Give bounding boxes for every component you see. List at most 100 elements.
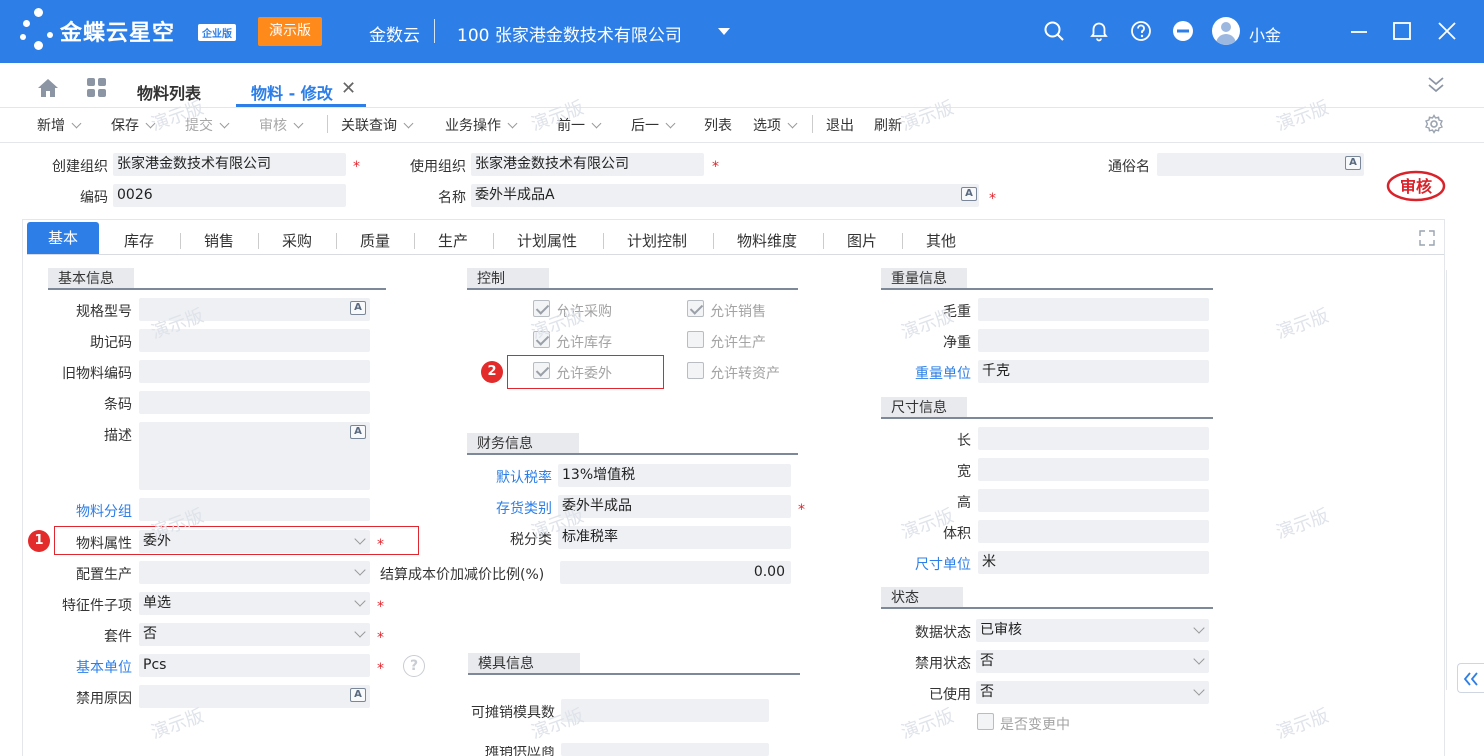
tab-sales[interactable]: 销售	[204, 230, 234, 251]
spec-field[interactable]	[139, 298, 370, 321]
old-code-field[interactable]	[139, 360, 370, 383]
group-label[interactable]: 物料分组	[40, 501, 132, 521]
disable-reason-field[interactable]	[139, 685, 370, 708]
section-title: 基本信息	[48, 268, 134, 290]
business-ops-button[interactable]: 业务操作	[445, 115, 518, 135]
tab-quality[interactable]: 质量	[360, 230, 390, 251]
tab-material-list[interactable]: 物料列表	[137, 80, 201, 104]
multilang-icon[interactable]: A	[350, 688, 366, 702]
multilang-icon[interactable]: A	[350, 301, 366, 315]
refresh-button[interactable]: 刷新	[874, 115, 902, 135]
size-unit-label[interactable]: 尺寸单位	[885, 554, 971, 574]
user-name[interactable]: 小金	[1249, 22, 1281, 46]
tab-basic[interactable]: 基本	[27, 222, 99, 255]
allow-sale-checkbox[interactable]	[687, 300, 704, 317]
maximize-icon[interactable]	[1391, 20, 1413, 42]
unit-field[interactable]: Pcs	[139, 654, 370, 677]
use-org-field[interactable]: 张家港金数技术有限公司	[471, 153, 704, 176]
home-icon[interactable]	[37, 78, 59, 98]
mnemonic-field[interactable]	[139, 329, 370, 352]
cloud-name[interactable]: 金数云	[369, 21, 420, 46]
changing-checkbox[interactable]	[977, 713, 994, 730]
help-icon[interactable]: ?	[403, 655, 425, 677]
group-field[interactable]	[139, 498, 370, 521]
tab-material-dimension[interactable]: 物料维度	[737, 230, 797, 251]
bell-icon[interactable]	[1088, 20, 1110, 42]
tab-material-edit[interactable]: 物料 - 修改	[251, 80, 333, 104]
new-button[interactable]: 新增	[37, 115, 82, 135]
height-field[interactable]	[978, 489, 1209, 512]
tab-plan-attr[interactable]: 计划属性	[517, 230, 577, 251]
tax-rate-label[interactable]: 默认税率	[470, 467, 552, 487]
tab-close-icon[interactable]: ✕	[341, 78, 356, 99]
more-icon[interactable]	[1172, 20, 1194, 42]
tab-inventory[interactable]: 库存	[124, 230, 154, 251]
vertical-scrollbar[interactable]	[1446, 270, 1447, 690]
kit-select[interactable]: 否	[139, 623, 370, 646]
tab-purchase[interactable]: 采购	[282, 230, 312, 251]
common-name-field[interactable]	[1157, 153, 1364, 176]
allow-stock-checkbox[interactable]	[533, 331, 550, 348]
tax-class-field[interactable]: 标准税率	[558, 526, 791, 549]
config-select[interactable]	[139, 561, 370, 584]
used-select[interactable]: 否	[976, 681, 1209, 704]
demo-button[interactable]: 演示版	[258, 17, 322, 46]
tab-plan-control[interactable]: 计划控制	[627, 230, 687, 251]
amort-field[interactable]	[561, 699, 769, 722]
feature-select[interactable]: 单选	[139, 592, 370, 615]
data-status-select[interactable]: 已审核	[976, 619, 1209, 642]
next-button[interactable]: 后一	[631, 115, 676, 135]
partial-field[interactable]	[561, 743, 769, 756]
options-button[interactable]: 选项	[753, 115, 798, 135]
length-field[interactable]	[978, 427, 1209, 450]
settle-field[interactable]: 0.00	[560, 561, 791, 584]
list-button[interactable]: 列表	[704, 115, 732, 135]
multilang-icon[interactable]: A	[961, 187, 977, 201]
gear-icon[interactable]	[1424, 114, 1444, 134]
related-query-button[interactable]: 关联查询	[341, 115, 414, 135]
side-panel-toggle[interactable]	[1457, 663, 1484, 693]
stock-cat-label[interactable]: 存货类别	[470, 498, 552, 518]
width-field[interactable]	[978, 458, 1209, 481]
volume-field[interactable]	[978, 520, 1209, 543]
double-chevron-down-icon[interactable]	[1426, 75, 1446, 95]
fullscreen-icon[interactable]	[1418, 229, 1436, 247]
tab-picture[interactable]: 图片	[847, 230, 877, 251]
company-selector[interactable]: 100 张家港金数技术有限公司	[457, 21, 682, 46]
minimize-icon[interactable]	[1348, 20, 1370, 42]
tab-production[interactable]: 生产	[438, 230, 468, 251]
apps-grid-icon[interactable]	[87, 78, 107, 98]
gross-field[interactable]	[978, 298, 1209, 321]
tax-rate-field[interactable]: 13%增值税	[558, 464, 791, 487]
prev-button[interactable]: 前一	[557, 115, 602, 135]
net-field[interactable]	[978, 329, 1209, 352]
multilang-icon[interactable]: A	[350, 425, 366, 439]
tab-other[interactable]: 其他	[926, 230, 956, 251]
tab-divider	[902, 233, 903, 249]
desc-field[interactable]	[139, 422, 370, 490]
save-button[interactable]: 保存	[111, 115, 156, 135]
allow-produce-checkbox[interactable]	[687, 331, 704, 348]
required-mark: *	[989, 191, 996, 207]
weight-unit-label[interactable]: 重量单位	[885, 363, 971, 383]
create-org-field[interactable]: 张家港金数技术有限公司	[113, 153, 346, 176]
stock-cat-field[interactable]: 委外半成品	[558, 495, 791, 518]
multilang-icon[interactable]: A	[1345, 156, 1361, 170]
submit-button[interactable]: 提交	[185, 115, 230, 135]
allow-asset-checkbox[interactable]	[687, 362, 704, 379]
barcode-field[interactable]	[139, 391, 370, 414]
company-dropdown-icon[interactable]	[718, 28, 730, 35]
exit-button[interactable]: 退出	[826, 115, 854, 135]
weight-unit-field[interactable]: 千克	[978, 360, 1209, 383]
search-icon[interactable]	[1043, 20, 1065, 42]
unit-label[interactable]: 基本单位	[40, 657, 132, 677]
size-unit-field[interactable]: 米	[978, 551, 1209, 574]
audit-button[interactable]: 审核	[259, 115, 304, 135]
name-field[interactable]: 委外半成品A	[471, 184, 979, 207]
help-circle-icon[interactable]	[1130, 20, 1152, 42]
code-field[interactable]: 0026	[113, 184, 346, 207]
allow-purchase-checkbox[interactable]	[533, 300, 550, 317]
close-icon[interactable]	[1436, 20, 1458, 42]
forbid-status-select[interactable]: 否	[976, 650, 1209, 673]
avatar[interactable]	[1212, 17, 1240, 45]
